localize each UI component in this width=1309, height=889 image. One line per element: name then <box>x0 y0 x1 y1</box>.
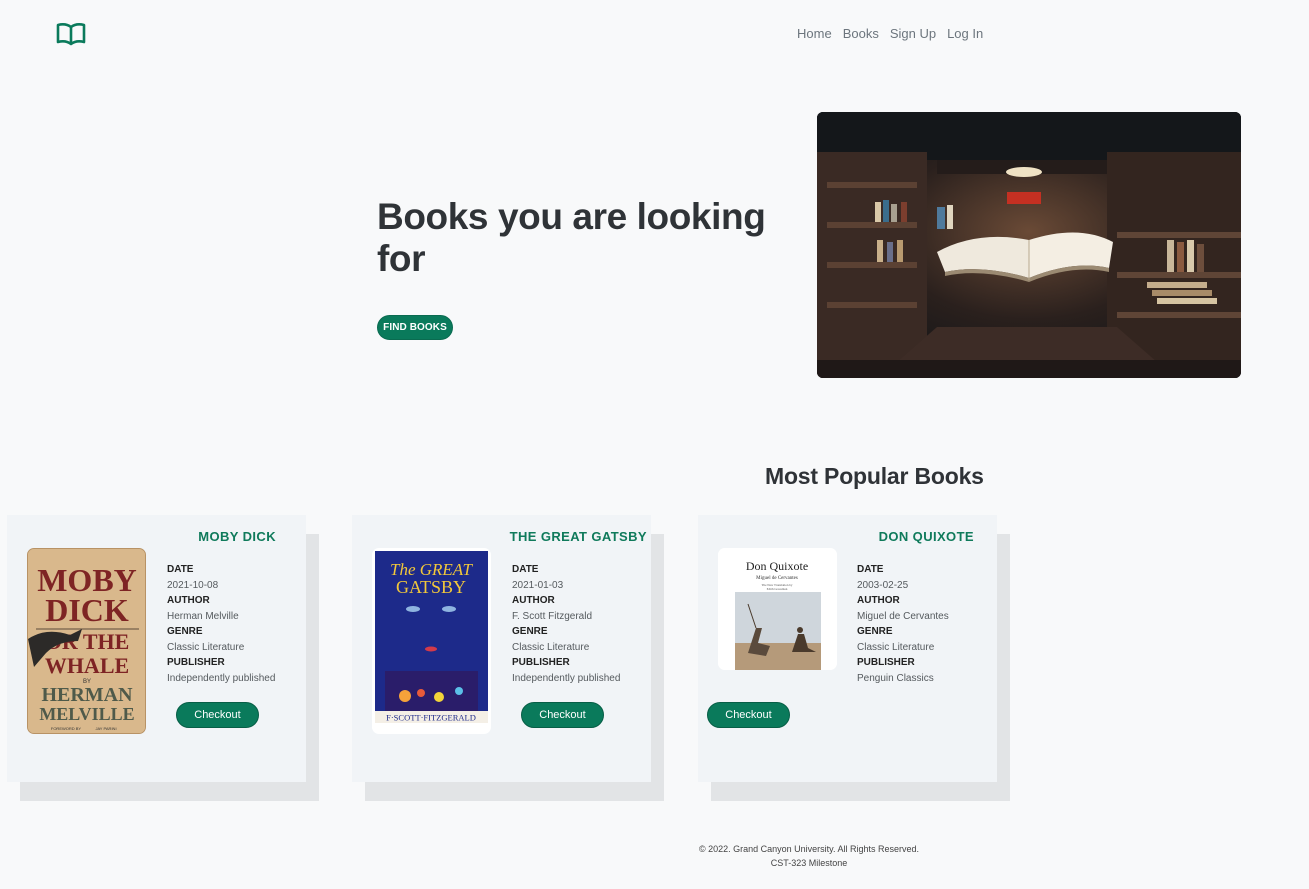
book-title[interactable]: DON QUIXOTE <box>879 529 974 544</box>
book-title[interactable]: THE GREAT GATSBY <box>510 529 647 544</box>
book-publisher: Independently published <box>167 672 276 684</box>
svg-text:Miguel de Cervantes: Miguel de Cervantes <box>756 576 798 581</box>
nav-home-link[interactable]: Home <box>797 26 832 41</box>
book-cover-image: Don Quixote Miguel de Cervantes The New … <box>718 548 837 670</box>
section-title: Most Popular Books <box>765 463 984 489</box>
svg-text:Don Quixote: Don Quixote <box>746 559 808 573</box>
book-date: 2003-02-25 <box>857 579 909 591</box>
book-card-moby-dick: MOBY DICK MOBY DICK OR THE WHALE BY HERM… <box>7 515 320 801</box>
svg-text:Edith Grossman: Edith Grossman <box>767 587 788 591</box>
book-author: Herman Melville <box>167 610 239 622</box>
book-cover-image: MOBY DICK OR THE WHALE BY HERMAN MELVILL… <box>27 548 146 734</box>
book-meta: DATE 2003-02-25 AUTHOR Miguel de Cervant… <box>857 562 949 686</box>
book-genre: Classic Literature <box>857 641 935 653</box>
book-publisher: Independently published <box>512 672 621 684</box>
top-nav: Home Books Sign Up Log In <box>797 26 983 41</box>
hero-title: Books you are looking for <box>377 196 766 279</box>
book-publisher: Penguin Classics <box>857 672 934 684</box>
book-genre: Classic Literature <box>512 641 590 653</box>
svg-text:F·SCOTT·FITZGERALD: F·SCOTT·FITZGERALD <box>386 713 476 723</box>
hero-library-image <box>817 112 1241 378</box>
book-card-great-gatsby: THE GREAT GATSBY The GREAT GATSBY F·SCOT… <box>352 515 665 801</box>
book-date: 2021-10-08 <box>167 579 219 591</box>
svg-text:MELVILLE: MELVILLE <box>39 704 134 724</box>
checkout-button[interactable]: Checkout <box>707 702 790 728</box>
book-cover-image: The GREAT GATSBY F·SCOTT·FITZGERALD <box>372 548 491 734</box>
book-meta: DATE 2021-01-03 AUTHOR F. Scott Fitzgera… <box>512 562 620 686</box>
find-books-button[interactable]: FIND BOOKS <box>377 315 453 340</box>
svg-text:FOREWORD BY: FOREWORD BY <box>51 726 82 731</box>
svg-text:DICK: DICK <box>45 592 129 628</box>
svg-text:GATSBY: GATSBY <box>396 577 466 597</box>
book-title[interactable]: MOBY DICK <box>198 529 276 544</box>
book-date: 2021-01-03 <box>512 579 564 591</box>
nav-signup-link[interactable]: Sign Up <box>890 26 936 41</box>
svg-text:HERMAN: HERMAN <box>41 684 133 706</box>
checkout-button[interactable]: Checkout <box>521 702 604 728</box>
footer: © 2022. Grand Canyon University. All Rig… <box>609 842 1009 870</box>
open-book-icon[interactable] <box>56 22 86 46</box>
book-meta: DATE 2021-10-08 AUTHOR Herman Melville G… <box>167 562 275 686</box>
nav-books-link[interactable]: Books <box>843 26 879 41</box>
copyright-text: © 2022. Grand Canyon University. All Rig… <box>698 844 920 854</box>
book-author: Miguel de Cervantes <box>857 610 949 622</box>
nav-login-link[interactable]: Log In <box>947 26 983 41</box>
book-card-don-quixote: DON QUIXOTE Don Quixote Miguel de Cervan… <box>698 515 1011 801</box>
svg-text:WHALE: WHALE <box>45 653 129 678</box>
book-author: F. Scott Fitzgerald <box>512 610 593 622</box>
course-text: CST-323 Milestone <box>770 858 848 868</box>
book-genre: Classic Literature <box>167 641 245 653</box>
svg-text:JAY PARINI: JAY PARINI <box>95 726 116 731</box>
checkout-button[interactable]: Checkout <box>176 702 259 728</box>
